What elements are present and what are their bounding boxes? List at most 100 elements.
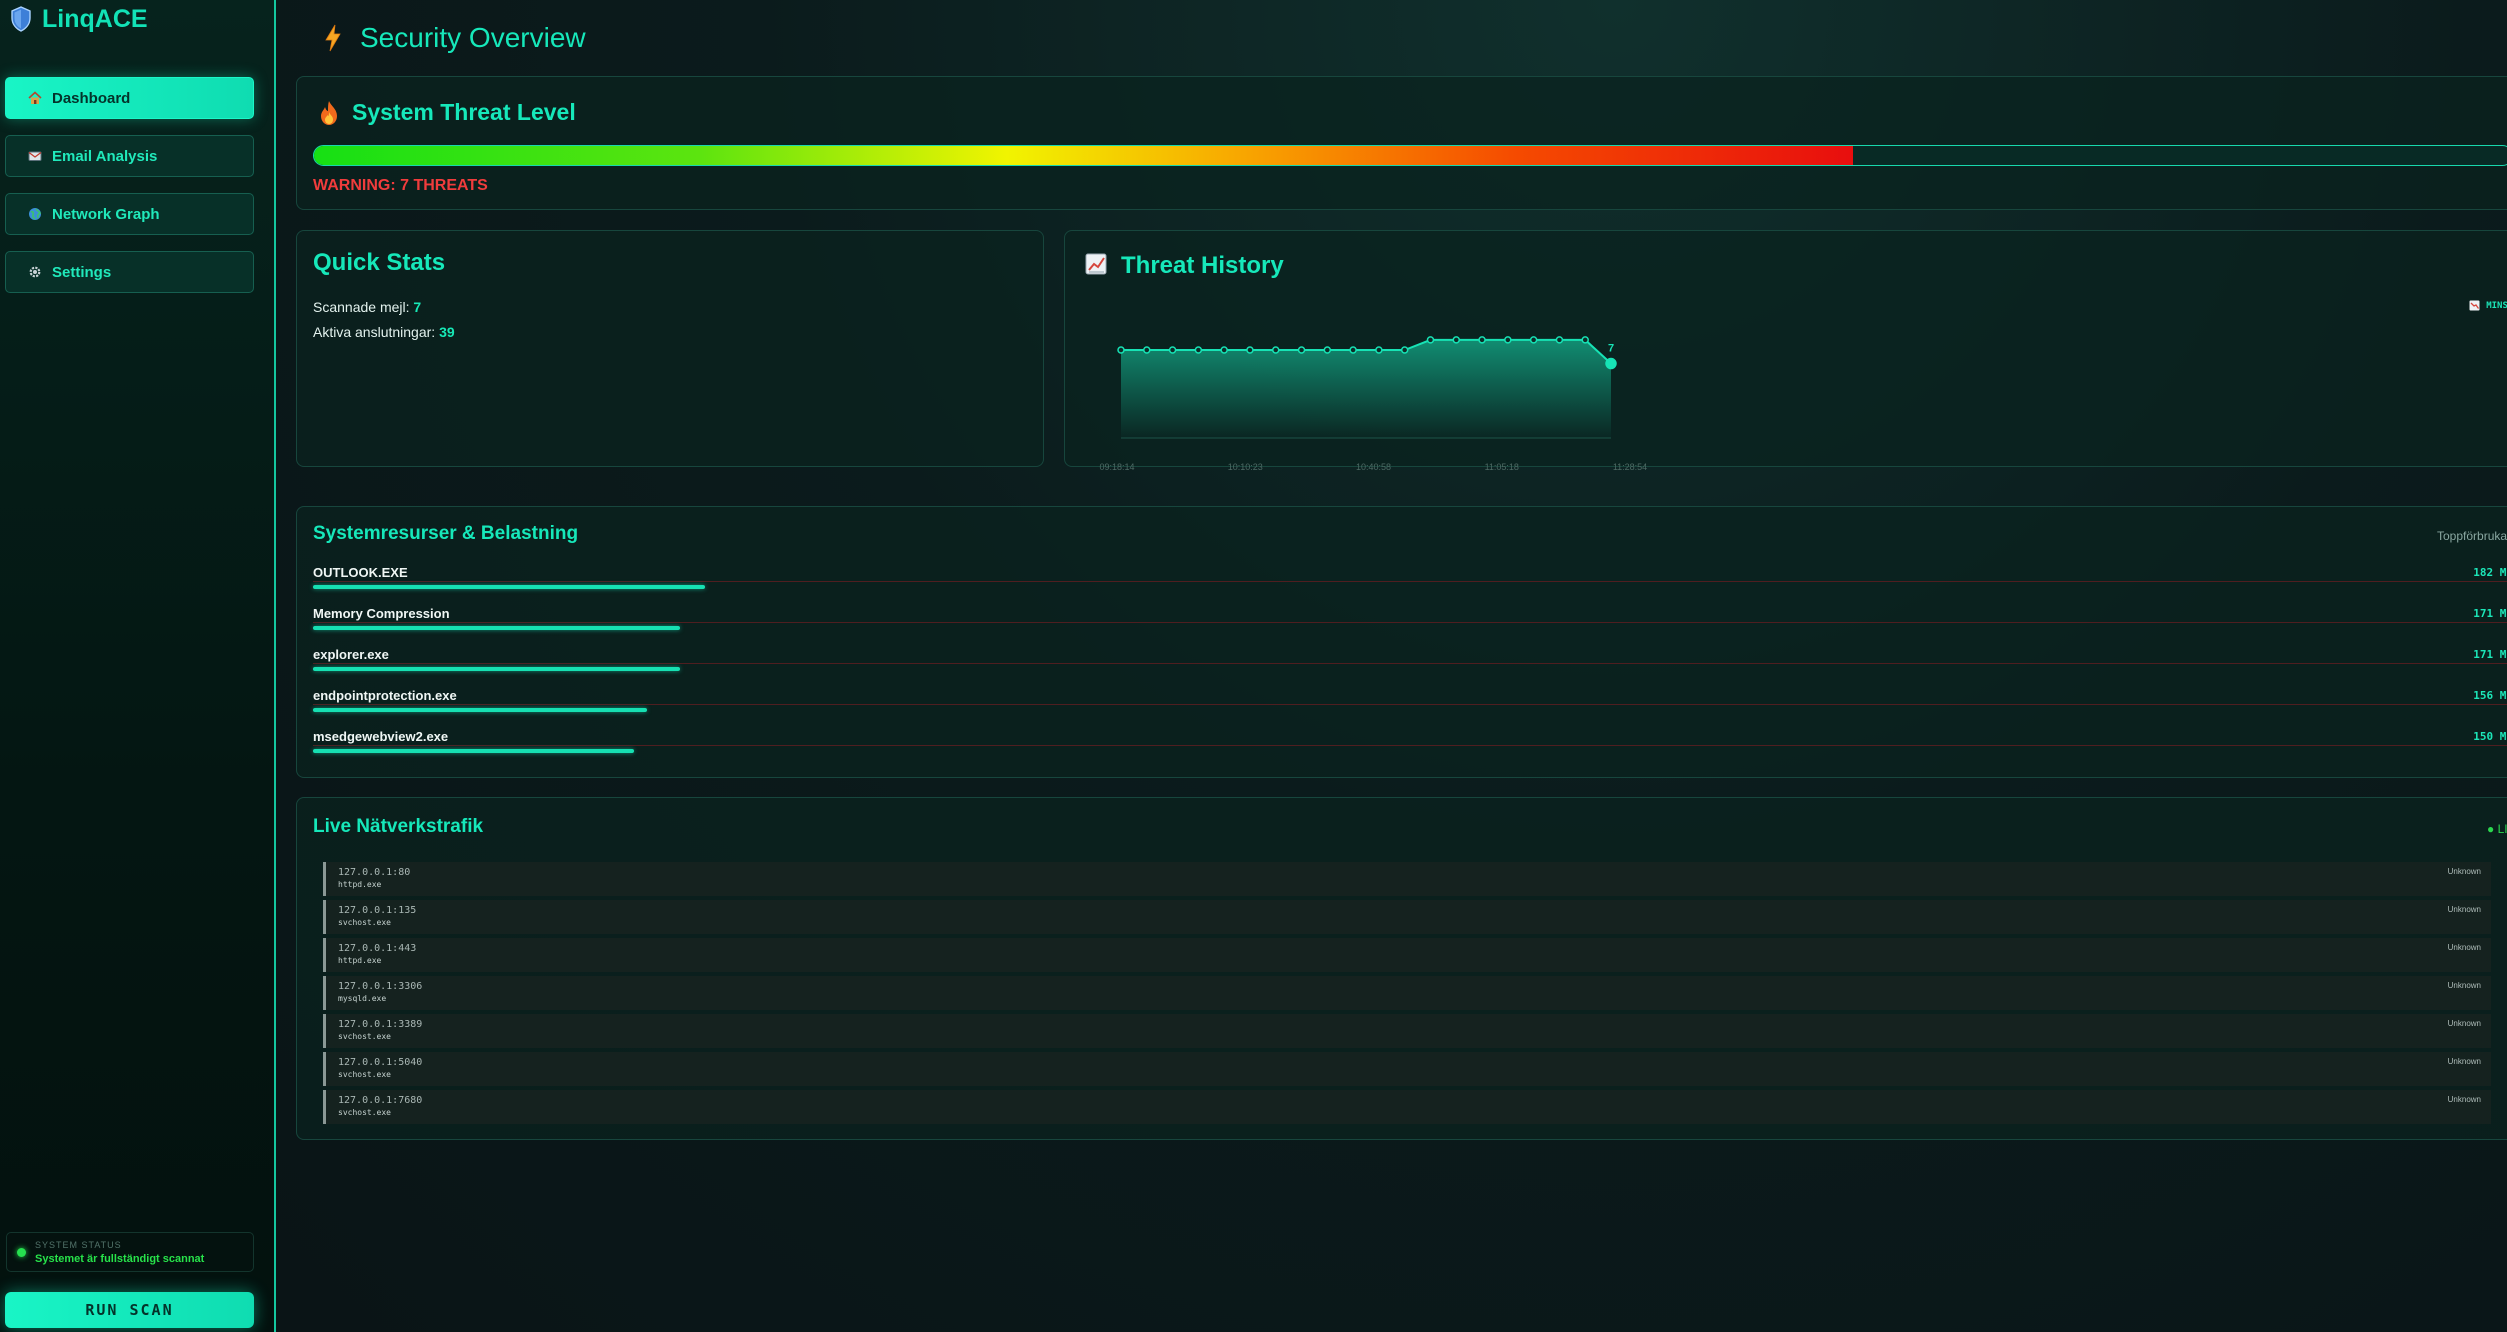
connection-address: 127.0.0.1:3389 xyxy=(338,1019,423,1030)
history-point[interactable] xyxy=(1271,346,1280,354)
connection-process: mysqld.exe xyxy=(338,994,387,1003)
brand: LinqACE xyxy=(10,2,148,36)
process-usage-bar xyxy=(313,708,648,712)
live-indicator: ● LIVE xyxy=(2487,822,2507,836)
globe-icon xyxy=(28,207,42,221)
gear-icon xyxy=(28,265,42,279)
connection-process: svchost.exe xyxy=(338,1032,391,1041)
process-memory: 150 MB xyxy=(2473,730,2507,743)
history-point[interactable] xyxy=(1168,346,1177,354)
connection-row[interactable]: 127.0.0.1:5040 svchost.exe Unknown xyxy=(323,1052,2491,1086)
chart-increasing-icon xyxy=(1085,253,1107,275)
top-consumers-label: Toppförbrukare xyxy=(2437,529,2507,543)
connection-row[interactable]: 127.0.0.1:3389 svchost.exe Unknown xyxy=(323,1014,2491,1048)
trend-indicator: MINSKNING xyxy=(2469,300,2507,311)
history-point[interactable] xyxy=(1605,357,1617,370)
history-point[interactable] xyxy=(1349,346,1357,354)
process-row: OUTLOOK.EXE 182 MB xyxy=(313,565,2507,599)
connection-address: 127.0.0.1:3306 xyxy=(338,981,423,992)
process-usage-bar xyxy=(313,626,681,630)
history-point[interactable] xyxy=(1400,346,1409,354)
history-point[interactable] xyxy=(1246,346,1254,354)
history-point[interactable] xyxy=(1426,336,1435,344)
history-point[interactable] xyxy=(1555,336,1564,344)
x-tick-label: 11:28:54 xyxy=(1613,462,1647,472)
page-title: Security Overview xyxy=(360,22,586,53)
process-usage-track xyxy=(313,663,2507,664)
stat-active-connections: Aktiva anslutningar: 39 xyxy=(313,324,455,340)
history-point[interactable] xyxy=(1117,346,1125,354)
stat-value: 39 xyxy=(439,324,455,340)
connection-row[interactable]: 127.0.0.1:3306 mysqld.exe Unknown xyxy=(323,976,2491,1010)
chart-decreasing-icon xyxy=(2469,300,2480,311)
history-point[interactable] xyxy=(1504,336,1512,344)
sidebar-item-email-analysis[interactable]: Email Analysis xyxy=(5,135,254,177)
status-dot-icon xyxy=(17,1248,26,1257)
page-header: Security Overview xyxy=(324,22,586,54)
threat-history-title: Threat History xyxy=(1121,252,1284,279)
system-resources-card: Systemresurser & Belastning Toppförbruka… xyxy=(296,506,2507,778)
history-point[interactable] xyxy=(1194,346,1203,354)
connection-process: svchost.exe xyxy=(338,1070,391,1079)
process-usage-bar xyxy=(313,749,635,753)
process-name: msedgewebview2.exe xyxy=(313,729,449,744)
process-usage-bar xyxy=(313,667,681,671)
process-row: explorer.exe 171 MB xyxy=(313,647,2507,681)
connection-status: Unknown xyxy=(2447,867,2481,876)
threat-level-title: System Threat Level xyxy=(352,99,576,125)
history-point[interactable] xyxy=(1581,336,1589,344)
threat-level-card: System Threat Level WARNING: 7 THREATS xyxy=(296,76,2507,210)
history-last-value: 7 xyxy=(1608,343,1614,355)
system-status-text: Systemet är fullständigt scannat xyxy=(35,1253,205,1265)
stat-label: Scannade mejl: xyxy=(313,299,414,315)
history-point[interactable] xyxy=(1323,346,1332,354)
sidebar-item-network-graph[interactable]: Network Graph xyxy=(5,193,254,235)
process-usage-track xyxy=(313,622,2507,623)
process-name: explorer.exe xyxy=(313,647,389,662)
history-point[interactable] xyxy=(1375,346,1383,354)
connection-address: 127.0.0.1:443 xyxy=(338,943,417,954)
connection-process: httpd.exe xyxy=(338,880,382,889)
connection-process: svchost.exe xyxy=(338,918,391,927)
connection-status: Unknown xyxy=(2447,943,2481,952)
connection-process: svchost.exe xyxy=(338,1108,391,1117)
x-tick-label: 11:05:18 xyxy=(1485,462,1519,472)
process-row: Memory Compression 171 MB xyxy=(313,606,2507,640)
sidebar-item-settings[interactable]: Settings xyxy=(5,251,254,293)
process-usage-track xyxy=(313,704,2507,705)
stat-value: 7 xyxy=(413,299,422,315)
sidebar-item-label: Network Graph xyxy=(52,205,160,223)
house-icon xyxy=(28,91,42,105)
history-point[interactable] xyxy=(1529,336,1538,344)
process-name: Memory Compression xyxy=(313,606,450,621)
process-memory: 156 MB xyxy=(2473,689,2507,702)
history-point[interactable] xyxy=(1452,336,1461,344)
history-point[interactable] xyxy=(1143,346,1151,354)
flame-icon xyxy=(321,101,337,125)
run-scan-button[interactable]: RUN SCAN xyxy=(5,1292,254,1328)
sidebar-item-label: Dashboard xyxy=(52,89,131,107)
history-point[interactable] xyxy=(1220,346,1228,354)
connection-status: Unknown xyxy=(2447,981,2481,990)
process-memory: 171 MB xyxy=(2473,648,2507,661)
process-memory: 171 MB xyxy=(2473,607,2507,620)
x-tick-label: 10:40:58 xyxy=(1356,462,1391,472)
envelope-icon xyxy=(28,149,42,163)
process-memory: 182 MB xyxy=(2473,566,2507,579)
threat-warning-text: WARNING: 7 THREATS xyxy=(313,177,488,194)
connection-address: 127.0.0.1:7680 xyxy=(338,1095,423,1106)
sidebar-item-dashboard[interactable]: Dashboard xyxy=(5,77,254,119)
history-point[interactable] xyxy=(1297,346,1306,354)
system-status-label: SYSTEM STATUS xyxy=(35,1240,122,1250)
quick-stats-card: Quick Stats Scannade mejl: 7 Aktiva ansl… xyxy=(296,230,1044,467)
connection-row[interactable]: 127.0.0.1:443 httpd.exe Unknown xyxy=(323,938,2491,972)
connection-status: Unknown xyxy=(2447,905,2481,914)
system-resources-title: Systemresurser & Belastning xyxy=(313,523,579,544)
sidebar: LinqACE Dashboard Email Analysis Network… xyxy=(0,0,276,1332)
connection-row[interactable]: 127.0.0.1:135 svchost.exe Unknown xyxy=(323,900,2491,934)
connection-row[interactable]: 127.0.0.1:80 httpd.exe Unknown xyxy=(323,862,2491,896)
process-usage-track xyxy=(313,581,2507,582)
connection-address: 127.0.0.1:5040 xyxy=(338,1057,423,1068)
history-point[interactable] xyxy=(1478,336,1486,344)
connection-row[interactable]: 127.0.0.1:7680 svchost.exe Unknown xyxy=(323,1090,2491,1124)
